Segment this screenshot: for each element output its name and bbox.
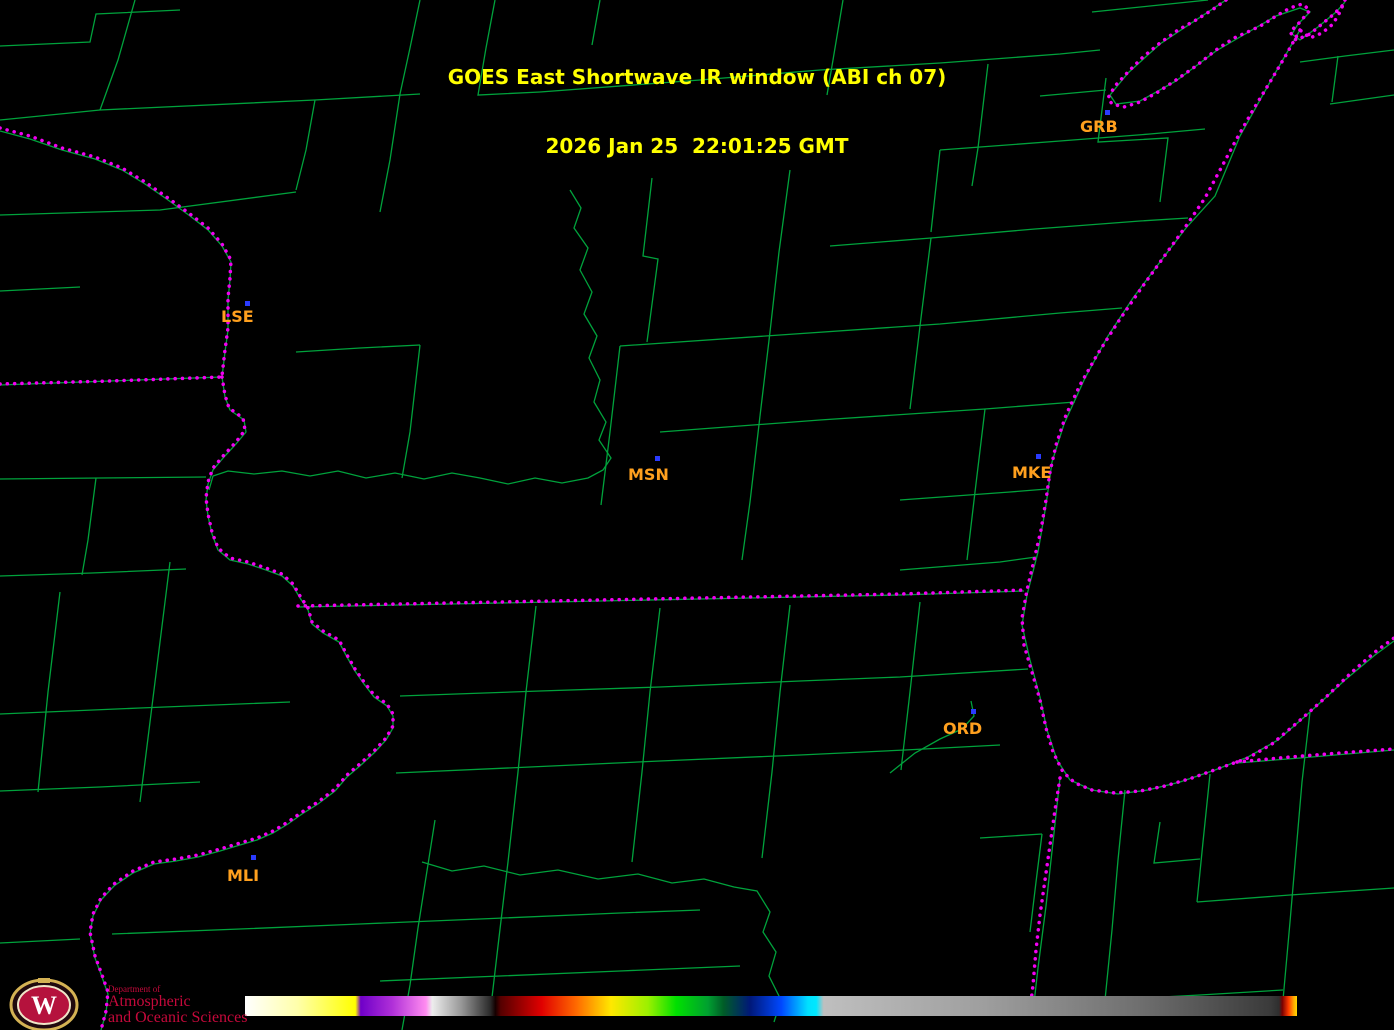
- county-boundary-line: [901, 602, 920, 770]
- county-boundary-line: [1197, 888, 1394, 902]
- county-boundary-line: [762, 605, 790, 858]
- station-label-mke: MKE: [1012, 463, 1051, 482]
- county-boundary-line: [967, 409, 985, 560]
- station-label-lse: LSE: [221, 307, 254, 326]
- county-boundary-line: [1030, 834, 1042, 932]
- county-boundary-line: [620, 308, 1122, 346]
- title-line-2: 2026 Jan 25 22:01:25 GMT: [0, 135, 1394, 158]
- county-boundary-line: [632, 608, 660, 862]
- uw-crest-icon: W: [8, 978, 100, 1030]
- county-boundary-line: [396, 745, 1000, 773]
- county-boundary-line: [980, 834, 1042, 838]
- county-boundary-line: [760, 170, 790, 416]
- uw-aos-logo: W Department of Atmospheric and Oceanic …: [8, 978, 308, 1030]
- station-dot-mli: [251, 855, 256, 860]
- county-boundary-line: [1154, 822, 1200, 863]
- county-boundary-line: [402, 345, 420, 478]
- county-boundary-line: [38, 592, 60, 792]
- satellite-image-page: GRBLSEMSNMKEORDMLI GOES East Shortwave I…: [0, 0, 1394, 1030]
- county-boundary-line: [112, 910, 700, 934]
- county-boundary-line: [1197, 774, 1210, 902]
- county-boundary-line: [830, 218, 1188, 246]
- county-boundary-line: [0, 569, 186, 576]
- county-boundary-line: [380, 966, 740, 981]
- county-boundary-line: [1092, 0, 1208, 12]
- county-boundary-line: [209, 190, 611, 490]
- county-boundary-line: [0, 782, 200, 791]
- logo-name-line1: Atmospheric: [108, 994, 247, 1010]
- county-boundary-line: [0, 477, 206, 479]
- county-boundary-line: [0, 939, 80, 943]
- crest-monogram: W: [31, 991, 57, 1020]
- image-title: GOES East Shortwave IR window (ABI ch 07…: [0, 20, 1394, 204]
- station-dot-ord: [971, 709, 976, 714]
- county-boundary-line: [601, 346, 620, 505]
- colorbar: [245, 996, 1297, 1016]
- county-boundary-line: [742, 416, 760, 560]
- county-boundary-line: [400, 669, 1028, 696]
- county-boundary-line: [0, 287, 80, 291]
- station-label-mli: MLI: [227, 866, 259, 885]
- county-boundary-line: [0, 702, 290, 714]
- county-boundary-line: [900, 489, 1047, 500]
- state-border-dotted-line: [298, 590, 1025, 606]
- logo-name-line2: and Oceanic Sciences: [108, 1010, 247, 1026]
- county-boundary-line: [910, 238, 931, 409]
- county-boundary-line: [1283, 712, 1310, 1000]
- logo-text: Department of Atmospheric and Oceanic Sc…: [108, 984, 247, 1026]
- county-boundary-line: [140, 562, 170, 802]
- title-line-1: GOES East Shortwave IR window (ABI ch 07…: [0, 66, 1394, 89]
- station-dot-mke: [1036, 454, 1041, 459]
- station-label-ord: ORD: [943, 719, 982, 738]
- state-border-dotted-line: [0, 377, 222, 384]
- station-layer: GRBLSEMSNMKEORDMLI: [221, 110, 1118, 885]
- county-boundary-line: [491, 606, 536, 1006]
- county-boundary-line: [1033, 778, 1060, 1012]
- county-boundary-line: [82, 478, 96, 575]
- county-boundary-line: [1105, 790, 1125, 1000]
- station-dot-lse: [245, 301, 250, 306]
- county-boundary-line: [660, 402, 1075, 432]
- station-dot-msn: [655, 456, 660, 461]
- county-boundary-line: [296, 345, 420, 352]
- station-label-msn: MSN: [628, 465, 669, 484]
- county-boundary-line: [900, 557, 1036, 570]
